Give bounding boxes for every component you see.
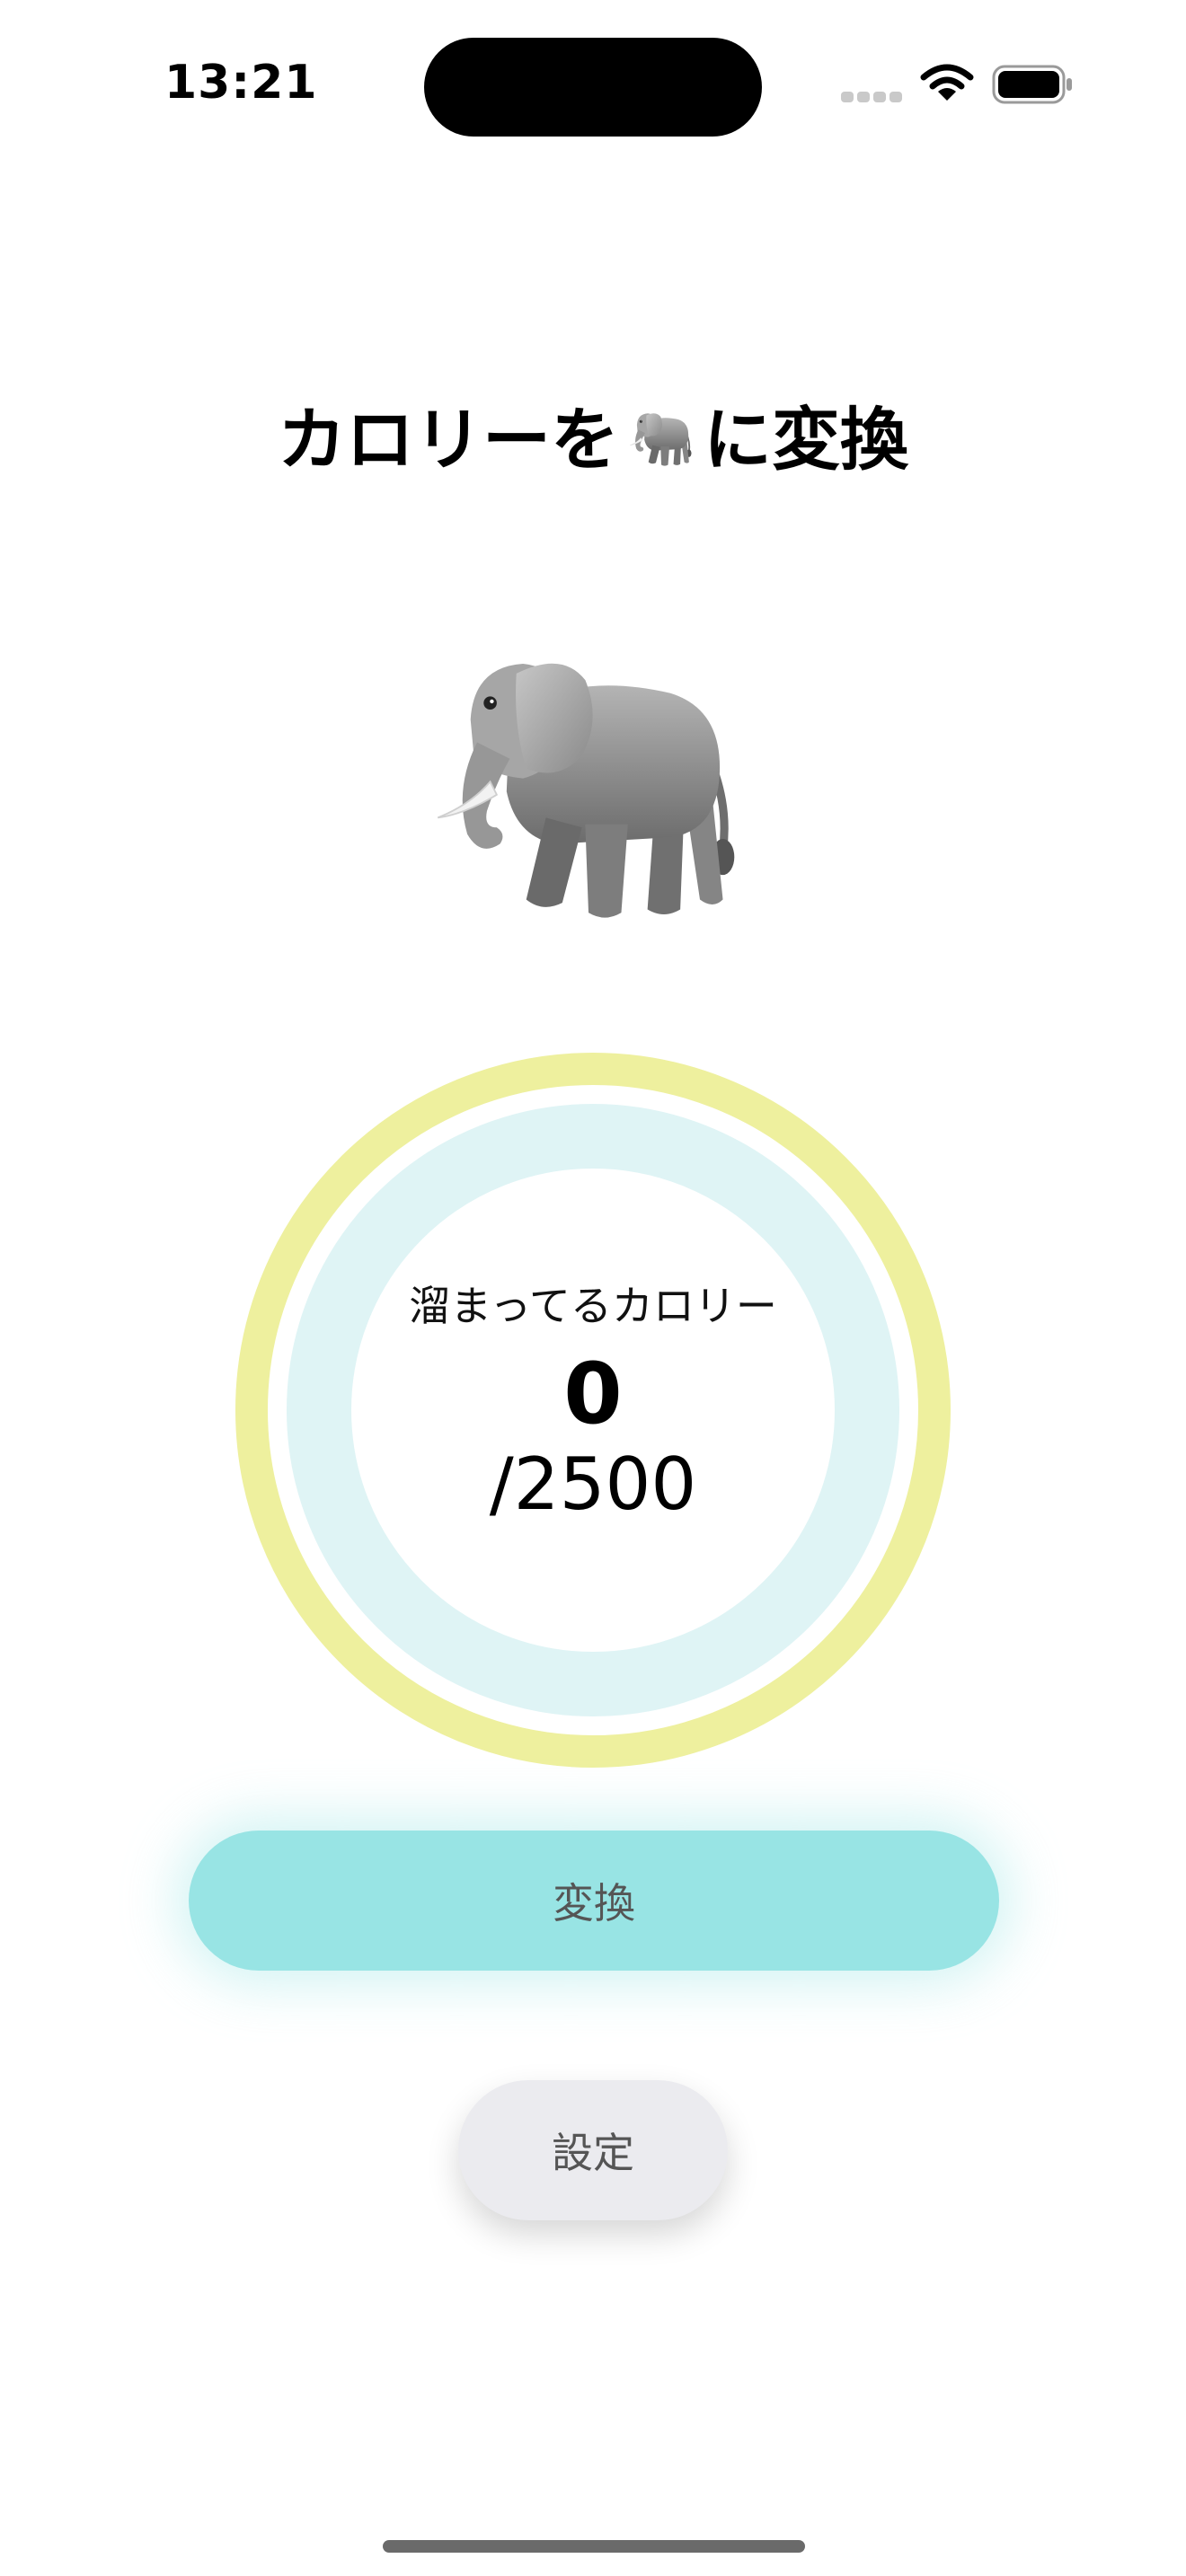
settings-button[interactable]: 設定 bbox=[458, 2080, 728, 2220]
page-title-text-end: に変換 bbox=[704, 400, 908, 480]
wifi-icon bbox=[920, 64, 974, 101]
status-time: 13:21 bbox=[164, 56, 318, 110]
page-title-text-start: カロリーを bbox=[278, 400, 619, 480]
convert-button[interactable]: 変換 bbox=[189, 1831, 999, 1971]
settings-button-label: 設定 bbox=[552, 2129, 634, 2177]
status-bar: 13:21 bbox=[0, 0, 1186, 171]
elephant-icon bbox=[422, 654, 755, 932]
convert-button-label: 変換 bbox=[553, 1879, 635, 1928]
calorie-goal: /2500 bbox=[489, 1442, 697, 1526]
calorie-value: 0 bbox=[563, 1345, 623, 1443]
calorie-readout: 溜まってるカロリー 0 /2500 bbox=[235, 1053, 951, 1768]
cellular-signal-icon bbox=[841, 92, 904, 104]
dynamic-island bbox=[424, 38, 762, 137]
home-indicator[interactable] bbox=[383, 2540, 805, 2553]
page-title: カロリーを に変換 bbox=[0, 384, 1186, 483]
battery-icon bbox=[992, 65, 1072, 104]
elephant-icon bbox=[624, 411, 698, 469]
calorie-label: 溜まってるカロリー bbox=[409, 1282, 777, 1330]
